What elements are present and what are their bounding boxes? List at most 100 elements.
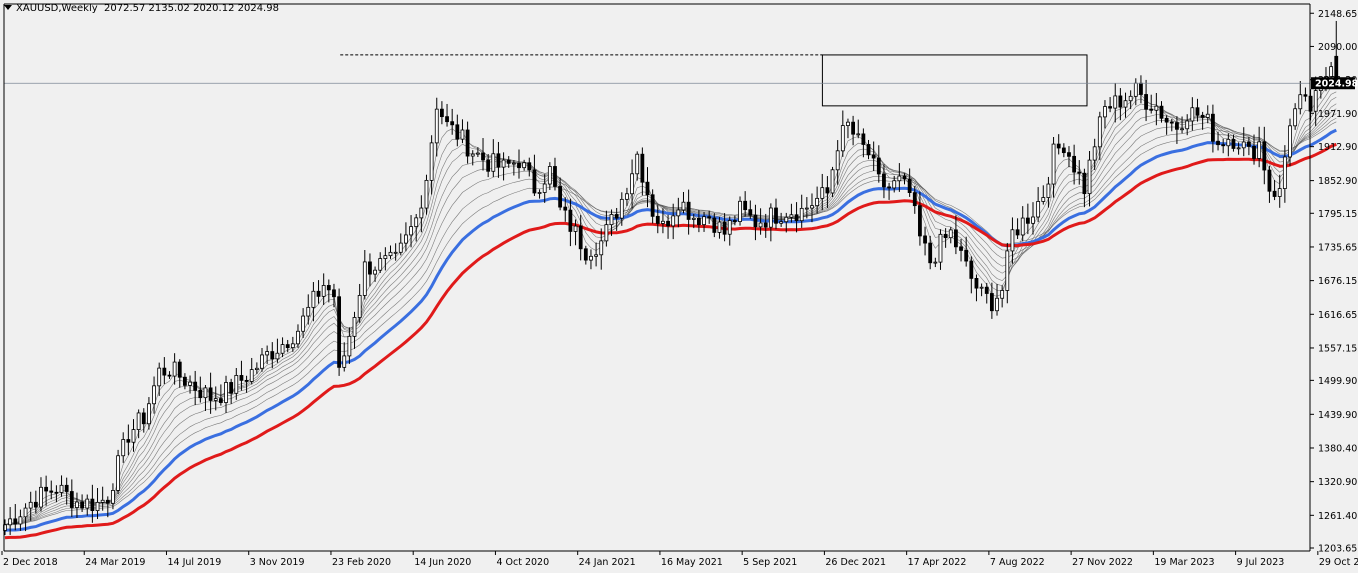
candle-bull — [933, 261, 938, 264]
candle-bear — [1159, 105, 1164, 119]
candle-bull — [671, 215, 676, 227]
candle-bear — [974, 277, 979, 289]
candle-bull — [1041, 197, 1046, 202]
candle-bear — [1077, 171, 1082, 174]
x-tick-label: 24 Mar 2019 — [85, 557, 145, 568]
candle-bull — [373, 269, 377, 275]
candle-bear — [506, 159, 511, 164]
candle-bear — [1200, 114, 1205, 118]
candle-bear — [1144, 94, 1148, 110]
candle-bull — [1185, 120, 1190, 130]
candle-bear — [1061, 147, 1066, 154]
x-tick-label: 27 Nov 2022 — [1072, 557, 1133, 568]
candle-bull — [846, 121, 850, 126]
candle-bear — [527, 162, 532, 171]
candle-bull — [594, 254, 598, 257]
candle-bull — [635, 153, 640, 175]
y-tick-label: 1852.90 — [1318, 176, 1357, 187]
candle-bull — [347, 335, 352, 357]
candle-bull — [815, 197, 820, 207]
candle-bear — [902, 175, 907, 180]
candle-bull — [188, 381, 192, 386]
candle-bear — [1149, 108, 1154, 111]
candle-bear — [666, 220, 670, 227]
x-tick-label: 24 Jan 2021 — [579, 557, 636, 568]
candle-bull — [460, 129, 465, 140]
candle-bull — [18, 516, 23, 525]
x-tick-label: 16 May 2021 — [661, 557, 723, 568]
candle-bull — [121, 439, 126, 457]
ohlc-values: 2072.57 2135.02 2020.12 2024.98 — [104, 3, 279, 14]
candle-bull — [419, 207, 424, 219]
candle-bull — [290, 343, 295, 349]
candle-bull — [589, 255, 593, 261]
candle-bull — [234, 375, 239, 394]
candle-bear — [244, 379, 249, 382]
candle-bull — [542, 183, 547, 193]
candle-bear — [1195, 107, 1200, 116]
candle-bear — [640, 153, 645, 183]
candle-bull — [1298, 94, 1303, 110]
y-tick-label: 1795.15 — [1318, 209, 1357, 220]
candle-bull — [172, 361, 177, 377]
candle-bull — [1092, 146, 1097, 161]
candle-bull — [1313, 90, 1318, 112]
candle-bull — [1046, 183, 1051, 198]
chart-root: 2148.652090.002031.201971.901912.901852.… — [0, 0, 1358, 573]
candle-bear — [558, 186, 563, 208]
candle-bear — [49, 490, 54, 493]
y-tick-label: 1676.15 — [1318, 276, 1357, 287]
candle-bull — [491, 153, 496, 172]
candle-bear — [645, 181, 650, 196]
candle-bull — [362, 261, 367, 296]
candle-bear — [450, 121, 455, 126]
candle-bull — [768, 207, 773, 228]
candle-bull — [398, 242, 403, 253]
x-tick-label: 14 Jun 2020 — [414, 557, 471, 568]
candle-bear — [1056, 143, 1061, 149]
candle-bull — [630, 173, 634, 195]
candle-bull — [1123, 100, 1128, 108]
candle-bull — [799, 207, 804, 222]
candle-bull — [604, 224, 609, 242]
candle-bull — [573, 225, 578, 232]
candle-bear — [141, 412, 146, 425]
candle-bear — [686, 201, 691, 220]
y-tick-label: 1971.90 — [1318, 109, 1357, 120]
candle-bull — [758, 222, 763, 228]
candle-bear — [825, 187, 830, 194]
y-tick-label: 1320.90 — [1318, 477, 1357, 488]
candle-bear — [763, 222, 768, 228]
candle-bear — [866, 144, 871, 156]
candle-bull — [260, 354, 264, 369]
candle-bull — [1277, 188, 1282, 197]
candle-bear — [732, 220, 737, 222]
candle-bull — [717, 221, 722, 233]
candle-bull — [1241, 141, 1246, 149]
collapse-triangle-icon[interactable] — [4, 5, 12, 10]
candle-bull — [547, 166, 552, 185]
candle-bear — [1246, 141, 1251, 147]
candle-bear — [1175, 122, 1179, 130]
candle-bear — [1082, 172, 1087, 195]
candle-bull — [224, 382, 228, 403]
candle-bull — [501, 159, 506, 168]
candle-bull — [1087, 159, 1092, 195]
candle-bull — [296, 330, 300, 345]
candle-bull — [75, 501, 79, 508]
candle-bear — [1067, 152, 1071, 157]
candle-bear — [198, 389, 203, 399]
candle-bear — [54, 491, 59, 494]
candle-bull — [702, 216, 706, 226]
price-chart[interactable]: 2148.652090.002031.201971.901912.901852.… — [0, 0, 1358, 573]
x-tick-label: 26 Dec 2021 — [825, 557, 886, 568]
candle-bull — [522, 162, 527, 169]
x-tick-label: 2 Dec 2018 — [3, 557, 58, 568]
candle-bull — [357, 295, 362, 318]
y-tick-label: 1557.15 — [1318, 343, 1357, 354]
candle-bull — [661, 220, 665, 224]
candle-bull — [804, 207, 809, 210]
candle-bear — [285, 344, 290, 349]
candle-bear — [650, 194, 655, 217]
candle-bull — [203, 387, 208, 399]
